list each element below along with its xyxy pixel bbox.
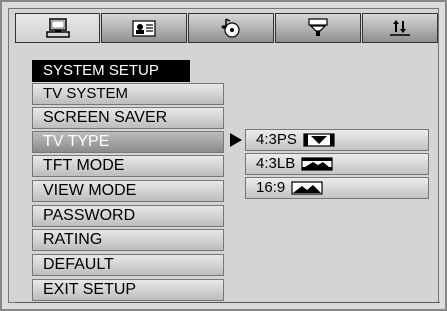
setup-screen: SYSTEM SETUP TV SYSTEM SCREEN SAVER TV T…: [0, 0, 447, 311]
id-card-icon: [132, 20, 156, 37]
widescreen-icon: [291, 181, 323, 195]
sort-arrows-icon: [390, 20, 410, 36]
menu-item-exit-setup[interactable]: EXIT SETUP: [32, 279, 224, 301]
option-label: 4:3LB: [256, 155, 296, 172]
menu-item-screen-saver[interactable]: SCREEN SAVER: [32, 107, 224, 129]
tab-audio[interactable]: [188, 13, 274, 43]
option-label: 4:3PS: [256, 131, 297, 148]
menu-item-tv-type[interactable]: TV TYPE: [32, 131, 224, 153]
menu-item-password[interactable]: PASSWORD: [32, 205, 224, 227]
menu-item-tv-system[interactable]: TV SYSTEM: [32, 83, 224, 105]
option-4-3lb[interactable]: 4:3LB: [245, 153, 429, 175]
bottom-divider: [16, 302, 440, 303]
letterbox-icon: [301, 157, 333, 171]
computer-icon: [45, 18, 70, 38]
option-4-3ps[interactable]: 4:3PS: [245, 129, 429, 151]
tab-preferences[interactable]: [362, 13, 438, 43]
tab-speaker[interactable]: [275, 13, 361, 43]
option-label: 16:9: [256, 179, 286, 196]
menu-item-tft-mode[interactable]: TFT MODE: [32, 155, 224, 177]
menu-item-view-mode[interactable]: VIEW MODE: [32, 180, 224, 202]
music-disc-icon: [221, 18, 240, 38]
tab-bar: [15, 13, 438, 45]
selection-arrow-icon: [230, 133, 242, 147]
menu-header: SYSTEM SETUP: [32, 60, 190, 82]
pan-scan-icon: [303, 133, 335, 147]
menu-item-rating[interactable]: RATING: [32, 229, 224, 251]
menu-item-default[interactable]: DEFAULT: [32, 254, 224, 276]
tab-language[interactable]: [101, 13, 187, 43]
tab-system[interactable]: [15, 13, 100, 43]
speaker-funnel-icon: [308, 18, 328, 36]
option-16-9[interactable]: 16:9: [245, 177, 429, 199]
